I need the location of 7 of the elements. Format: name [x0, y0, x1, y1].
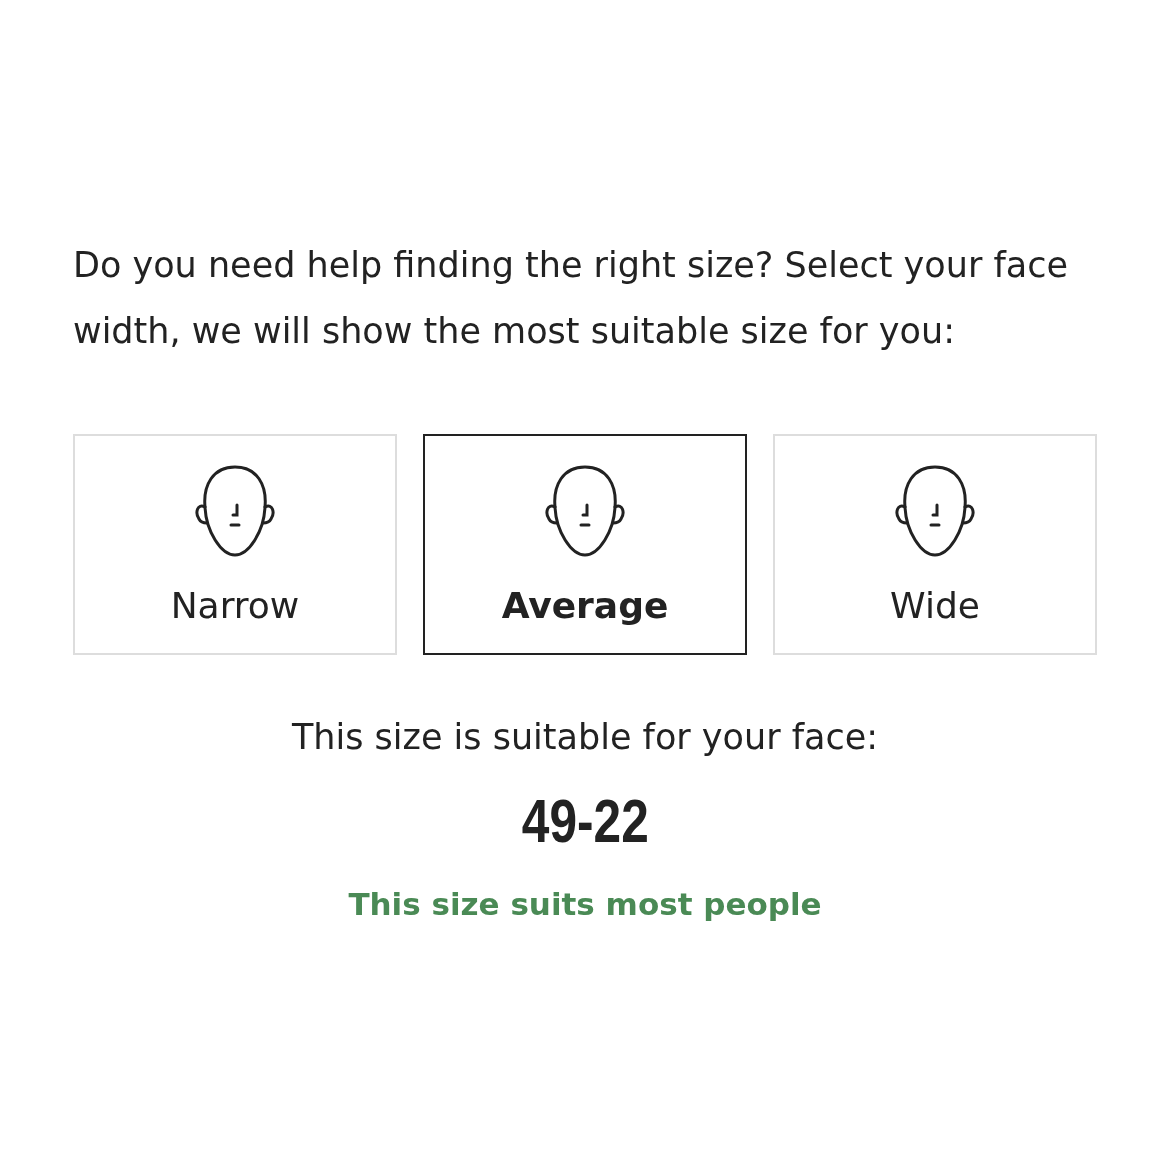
- face-width-option[interactable]: Average: [423, 434, 747, 655]
- size-help-prompt: Do you need help finding the right size? Select your face width, we will show the most suitable size for you:: [73, 244, 1069, 353]
- face-width-option[interactable]: Narrow: [73, 434, 397, 655]
- size-note: This size suits most people: [348, 886, 822, 922]
- face-width-option[interactable]: Wide: [773, 434, 1097, 655]
- result-caption: This size is suitable for your face:: [291, 717, 878, 757]
- recommended-size: 49-22: [521, 785, 649, 856]
